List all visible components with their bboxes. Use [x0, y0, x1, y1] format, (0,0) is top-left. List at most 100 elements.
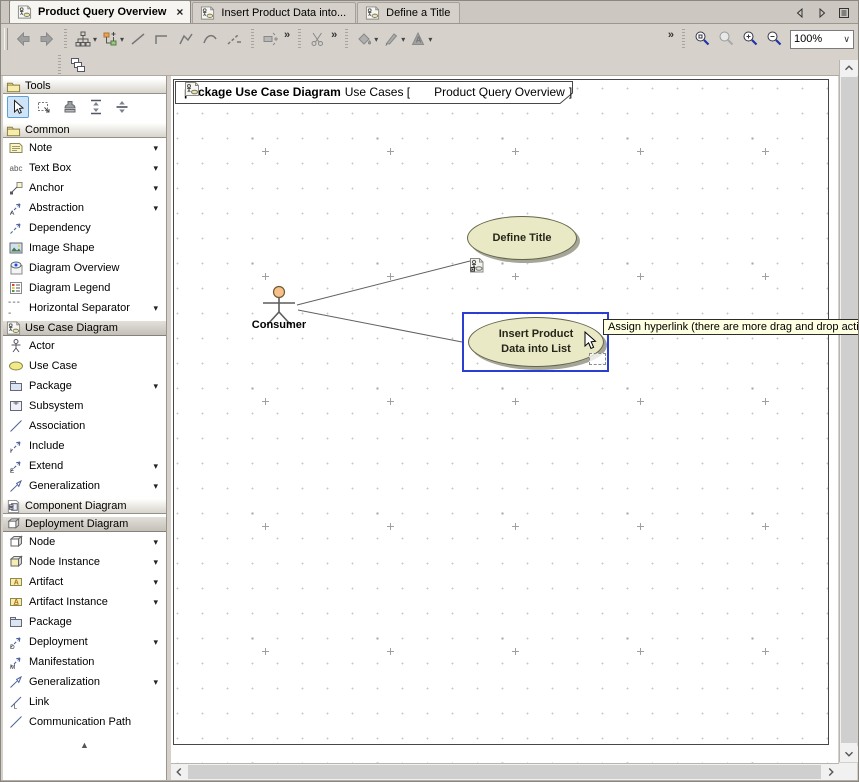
palette-scroll-up-icon[interactable]: ▲ — [3, 738, 166, 752]
association-define-title[interactable] — [297, 261, 470, 305]
palette-item-text-box[interactable]: abcText Box▾ — [3, 158, 166, 178]
palette-item-horizontal-separator[interactable]: ----Horizontal Separator▾ — [3, 298, 166, 318]
palette-item-artifact-instance[interactable]: AArtifact Instance▾ — [3, 592, 166, 612]
tab-list-icon[interactable] — [836, 5, 852, 21]
scroll-down-icon[interactable] — [840, 746, 858, 762]
scroll-left-icon[interactable] — [171, 764, 187, 780]
overflow-icon[interactable]: » — [331, 29, 337, 41]
zoom-in-button[interactable] — [738, 27, 762, 51]
horizontal-scrollbar-thumb[interactable] — [188, 765, 821, 779]
palette-item-node[interactable]: Node▾ — [3, 532, 166, 552]
line-style-rectilinear-button[interactable] — [150, 27, 174, 51]
palette-section-tools[interactable]: Tools — [3, 78, 166, 94]
dropdown-caret-icon[interactable]: ▾ — [401, 35, 405, 44]
diagram-hyperlink-icon[interactable] — [468, 257, 485, 274]
tab-next-icon[interactable] — [814, 5, 830, 21]
palette-item-use-case[interactable]: Use Case — [3, 356, 166, 376]
palette-item-generalization[interactable]: Generalization▾ — [3, 672, 166, 692]
palette-item-include[interactable]: IInclude — [3, 436, 166, 456]
dropdown-caret-icon[interactable]: ▾ — [153, 481, 162, 492]
pen-color-button[interactable]: ▾ — [380, 27, 407, 51]
palette-item-manifestation[interactable]: MManifestation — [3, 652, 166, 672]
zoom-fit-button[interactable] — [714, 27, 738, 51]
dropdown-caret-icon[interactable]: ▾ — [153, 203, 162, 214]
dropdown-caret-icon[interactable]: ▾ — [153, 537, 162, 548]
overflow-icon[interactable]: » — [284, 29, 290, 41]
zoom-1-1-button[interactable] — [690, 27, 714, 51]
dropdown-caret-icon[interactable]: ▾ — [153, 143, 162, 154]
tab-product-query-overview[interactable]: Product Query Overview× — [9, 0, 191, 23]
palette-section-common[interactable]: Common — [3, 122, 166, 138]
palette-item-link[interactable]: LLink — [3, 692, 166, 712]
palette-item-extend[interactable]: EExtend▾ — [3, 456, 166, 476]
chevron-down-icon[interactable]: ∨ — [843, 34, 850, 45]
palette-section-component-diagram[interactable]: Component Diagram — [3, 498, 166, 514]
horizontal-scrollbar[interactable] — [171, 763, 839, 780]
dropdown-caret-icon[interactable]: ▾ — [153, 303, 162, 314]
containment-button[interactable] — [66, 53, 90, 77]
scroll-right-icon[interactable] — [823, 764, 839, 780]
dropdown-caret-icon[interactable]: ▾ — [428, 35, 432, 44]
diagram-canvas[interactable]: package Use Case Diagram Use Cases [ Pro… — [171, 76, 838, 763]
dropdown-caret-icon[interactable]: ▾ — [153, 637, 162, 648]
palette-item-diagram-legend[interactable]: Diagram Legend — [3, 278, 166, 298]
close-icon[interactable]: × — [176, 6, 183, 18]
palette-item-node-instance[interactable]: Node Instance▾ — [3, 552, 166, 572]
tab-insert-product-data-into[interactable]: Insert Product Data into... — [192, 2, 356, 23]
usecase-define-title[interactable]: Define Title — [467, 216, 577, 260]
dropdown-caret-icon[interactable]: ▾ — [374, 35, 378, 44]
scroll-up-icon[interactable] — [840, 60, 858, 76]
add-element-button[interactable]: ▾ — [99, 27, 126, 51]
palette-item-note[interactable]: Note▾ — [3, 138, 166, 158]
palette-item-artifact[interactable]: AArtifact▾ — [3, 572, 166, 592]
palette-item-subsystem[interactable]: Subsystem — [3, 396, 166, 416]
palette-item-diagram-overview[interactable]: Diagram Overview — [3, 258, 166, 278]
palette-item-communication-path[interactable]: Communication Path — [3, 712, 166, 732]
dropdown-caret-icon[interactable]: ▾ — [120, 35, 124, 44]
palette-item-association[interactable]: Association — [3, 416, 166, 436]
sticker-tool[interactable] — [59, 96, 81, 118]
line-style-custom-button[interactable] — [222, 27, 246, 51]
cutter-button[interactable] — [306, 27, 330, 51]
font-color-button[interactable]: A▾ — [407, 27, 434, 51]
dropdown-caret-icon[interactable]: ▾ — [153, 183, 162, 194]
dropdown-caret-icon[interactable]: ▾ — [153, 597, 162, 608]
palette-item-package[interactable]: Package▾ — [3, 376, 166, 396]
association-insert-product[interactable] — [298, 310, 462, 342]
line-style-curved-button[interactable] — [198, 27, 222, 51]
palette-section-deployment-diagram[interactable]: Deployment Diagram — [3, 516, 166, 532]
dropdown-caret-icon[interactable]: ▾ — [153, 381, 162, 392]
dropdown-caret-icon[interactable]: ▾ — [153, 677, 162, 688]
forward-button[interactable] — [35, 27, 59, 51]
distribute-vertically-tool[interactable] — [85, 96, 107, 118]
layout-diagram-button[interactable]: ▾ — [72, 27, 99, 51]
compact-vertically-tool[interactable] — [111, 96, 133, 118]
palette-item-actor[interactable]: Actor — [3, 336, 166, 356]
palette-item-image-shape[interactable]: Image Shape — [3, 238, 166, 258]
palette-item-generalization[interactable]: Generalization▾ — [3, 476, 166, 496]
vertical-scrollbar-thumb[interactable] — [841, 77, 857, 743]
dropdown-caret-icon[interactable]: ▾ — [153, 557, 162, 568]
actor-consumer-label[interactable]: Consumer — [241, 319, 317, 331]
palette-item-dependency[interactable]: Dependency — [3, 218, 166, 238]
overflow-icon[interactable]: » — [668, 29, 674, 41]
pointer-tool[interactable] — [7, 96, 29, 118]
marquee-select-tool[interactable] — [33, 96, 55, 118]
palette-item-anchor[interactable]: Anchor▾ — [3, 178, 166, 198]
line-style-oblique-button[interactable] — [174, 27, 198, 51]
dropdown-caret-icon[interactable]: ▾ — [153, 461, 162, 472]
zoom-level-select[interactable]: 100%∨ — [790, 30, 854, 49]
dropdown-caret-icon[interactable]: ▾ — [93, 35, 97, 44]
tab-prev-icon[interactable] — [792, 5, 808, 21]
toolbar-dock-handle[interactable] — [4, 28, 8, 50]
dropdown-caret-icon[interactable]: ▾ — [153, 163, 162, 174]
tab-define-a-title[interactable]: Define a Title — [357, 2, 460, 23]
palette-section-use-case-diagram[interactable]: Use Case Diagram — [3, 320, 166, 336]
insert-shape-button[interactable] — [259, 27, 283, 51]
palette-item-abstraction[interactable]: AAbstraction▾ — [3, 198, 166, 218]
dropdown-caret-icon[interactable]: ▾ — [153, 577, 162, 588]
fill-color-button[interactable]: ▾ — [353, 27, 380, 51]
back-button[interactable] — [11, 27, 35, 51]
vertical-scrollbar[interactable] — [839, 60, 857, 762]
zoom-out-button[interactable] — [762, 27, 786, 51]
